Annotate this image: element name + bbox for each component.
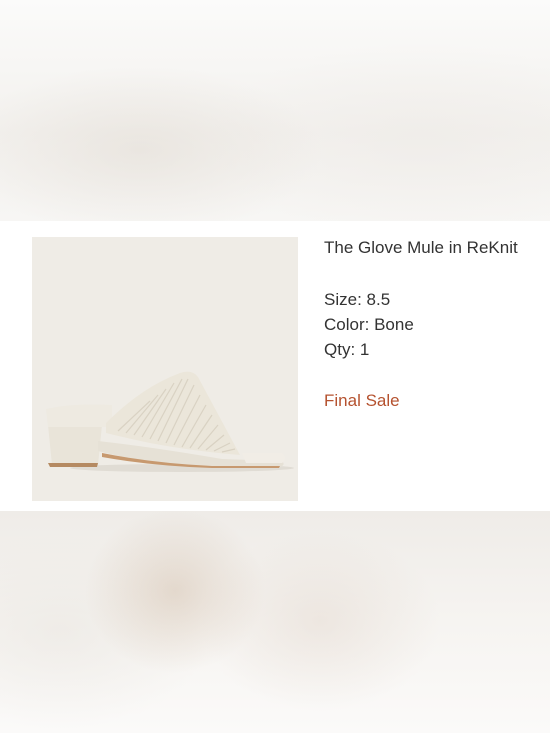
product-title: The Glove Mule in ReKnit (324, 238, 518, 257)
product-attributes: Size: 8.5 Color: Bone Qty: 1 (324, 287, 544, 362)
blurred-background-bottom (0, 511, 550, 733)
final-sale-label: Final Sale (324, 391, 400, 410)
cart-item-card: The Glove Mule in ReKnit Size: 8.5 Color… (0, 221, 550, 511)
product-details: The Glove Mule in ReKnit Size: 8.5 Color… (324, 237, 544, 412)
product-image (32, 237, 298, 501)
product-color: Color: Bone (324, 315, 414, 334)
product-quantity: Qty: 1 (324, 340, 370, 359)
blurred-background-top (0, 0, 550, 221)
mule-shoe-image (46, 371, 294, 472)
product-size: Size: 8.5 (324, 290, 391, 309)
